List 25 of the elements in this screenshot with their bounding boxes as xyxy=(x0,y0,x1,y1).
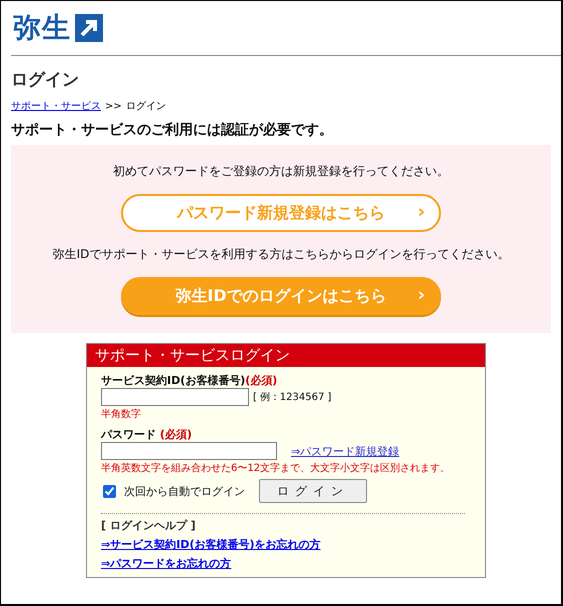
info-text: 弥生IDでサポート・サービスを利用する方はこちらからログインを行ってください。 xyxy=(52,246,510,263)
login-box-title: サポート・サービスログイン xyxy=(87,344,485,367)
chevron-icon: › xyxy=(418,201,425,222)
auto-login-checkbox[interactable] xyxy=(103,484,116,498)
chevron-icon: › xyxy=(418,284,425,306)
example-text: [ 例 : 1234567 ] xyxy=(253,391,332,404)
hint-text: 半角数字 xyxy=(101,408,142,421)
info-text: 初めてパスワードをご登録の方は新規登録を行ってください。 xyxy=(113,163,449,180)
submit-button[interactable]: ログイン xyxy=(259,479,367,503)
checkbox-label: 次回から自動でログイン xyxy=(124,484,245,498)
field-label: パスワード (必須) xyxy=(101,427,193,442)
register-link[interactable]: ⇒パスワード新規登録 xyxy=(291,444,400,458)
breadcrumb-current: ログイン xyxy=(126,100,166,113)
logo-text: 弥生 xyxy=(13,11,71,45)
hint-text: 半角英数文字を組み合わせた6〜12文字まで、大文字小文字は区別されます。 xyxy=(101,462,452,475)
password-field[interactable] xyxy=(101,442,277,460)
page-title: ログイン xyxy=(11,69,80,91)
help-link[interactable]: ⇒サービス契約ID(お客様番号)をお忘れの方 xyxy=(101,538,320,551)
help-link[interactable]: ⇒パスワードをお忘れの方 xyxy=(101,557,232,570)
help-title: [ ログインヘルプ ] xyxy=(101,518,197,533)
page-heading: サポート・サービスのご利用には認証が必要です。 xyxy=(11,121,334,139)
input-field[interactable] xyxy=(101,388,249,406)
field-label: サービス契約ID(お客様番号)(必須) xyxy=(101,373,278,388)
breadcrumb-separator: >> xyxy=(105,100,122,112)
breadcrumb-link[interactable]: サポート・サービス xyxy=(11,99,101,113)
